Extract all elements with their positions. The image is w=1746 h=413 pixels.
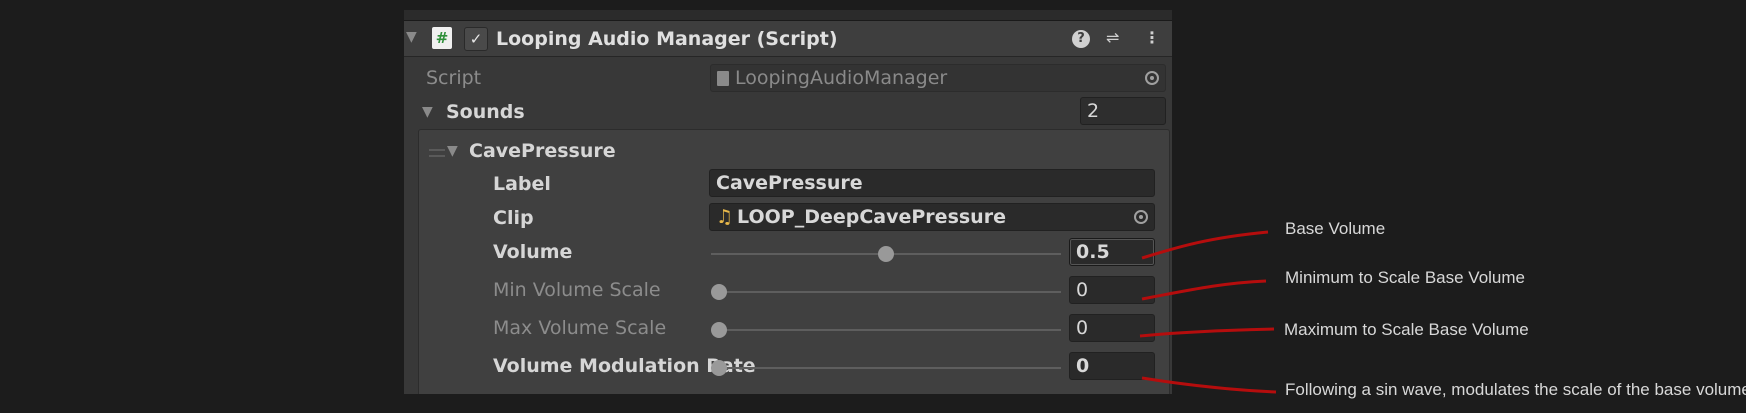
max-volume-scale-label: Max Volume Scale (493, 317, 667, 339)
annotation-max-scale: Maximum to Scale Base Volume (1284, 320, 1529, 339)
label-input[interactable]: CavePressure (709, 169, 1155, 197)
volume-modulation-rate-slider-track[interactable] (711, 367, 1061, 369)
annotation-min-scale: Minimum to Scale Base Volume (1285, 268, 1525, 287)
context-menu-icon[interactable]: ⋮ (1144, 27, 1160, 49)
max-volume-scale-slider-track[interactable] (711, 329, 1061, 331)
volume-value-field[interactable]: 0.5 (1069, 238, 1155, 266)
max-volume-scale-value-field[interactable]: 0 (1069, 314, 1155, 342)
drag-handle-icon[interactable] (429, 149, 445, 157)
sound-element-container: ▼ CavePressure Label CavePressure Clip ♫… (418, 129, 1170, 394)
inspector-panel: ▼ # ✓ Looping Audio Manager (Script) ? ⇌… (404, 10, 1172, 394)
clip-field-label: Clip (493, 207, 534, 229)
help-icon[interactable]: ? (1072, 30, 1090, 48)
volume-label: Volume (493, 241, 573, 263)
sounds-label[interactable]: Sounds (446, 99, 525, 125)
object-picker-icon[interactable] (1134, 210, 1148, 224)
volume-modulation-rate-slider-thumb[interactable] (711, 360, 727, 376)
min-volume-scale-slider-track[interactable] (711, 291, 1061, 293)
preset-icon[interactable]: ⇌ (1106, 27, 1119, 49)
min-volume-scale-value-field[interactable]: 0 (1069, 276, 1155, 304)
annotation-base-volume: Base Volume (1285, 219, 1386, 238)
object-picker-icon (1145, 71, 1159, 85)
component-enabled-checkbox[interactable]: ✓ (464, 27, 488, 51)
label-field-label: Label (493, 173, 551, 195)
script-field: LoopingAudioManager (710, 64, 1166, 92)
script-label: Script (426, 67, 482, 89)
component-title: Looping Audio Manager (Script) (496, 28, 838, 50)
script-field-value: LoopingAudioManager (735, 67, 948, 89)
script-file-icon (717, 71, 729, 86)
volume-slider-thumb[interactable] (878, 246, 894, 262)
audio-clip-icon: ♫ (716, 206, 734, 228)
element-name[interactable]: CavePressure (469, 138, 616, 164)
clip-field[interactable]: ♫ LOOP_DeepCavePressure (709, 203, 1155, 231)
sounds-size-field[interactable]: 2 (1080, 97, 1166, 125)
csharp-script-icon: # (432, 27, 452, 49)
inspector-top-edge (404, 10, 1172, 21)
element-foldout-arrow-icon[interactable]: ▼ (447, 143, 458, 159)
max-volume-scale-slider-thumb[interactable] (711, 322, 727, 338)
min-volume-scale-label: Min Volume Scale (493, 279, 661, 301)
clip-field-value: LOOP_DeepCavePressure (737, 206, 1006, 228)
foldout-arrow-icon[interactable]: ▼ (406, 29, 417, 45)
volume-modulation-rate-value-field[interactable]: 0 (1069, 352, 1155, 380)
annotation-modulation-rate: Following a sin wave, modulates the scal… (1285, 380, 1746, 399)
sounds-foldout-arrow-icon[interactable]: ▼ (422, 104, 433, 120)
component-header[interactable]: ▼ # ✓ Looping Audio Manager (Script) ? ⇌… (404, 21, 1172, 57)
min-volume-scale-slider-thumb[interactable] (711, 284, 727, 300)
